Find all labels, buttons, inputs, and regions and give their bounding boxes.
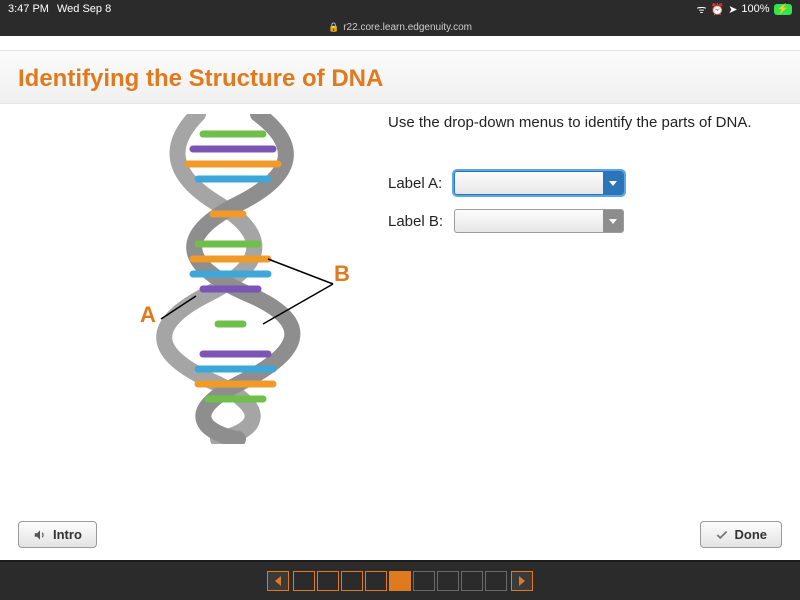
dna-figure: A B [18,114,368,509]
browser-url-bar[interactable]: 🔒 r22.core.learn.edgenuity.com [0,18,800,36]
dna-svg [18,114,368,444]
intro-button[interactable]: Intro [18,521,97,548]
chevron-down-icon [603,172,623,194]
label-b-text: Label B: [388,213,454,230]
location-icon: ➤ [728,3,737,16]
progress-cell-7[interactable] [437,571,459,591]
figure-label-A: A [140,302,156,328]
title-band: Identifying the Structure of DNA [0,50,800,104]
label-a-text: Label A: [388,175,454,192]
field-row-a: Label A: [388,171,782,195]
dropdown-label-a[interactable] [454,171,624,195]
ipad-status-bar: 3:47 PM Wed Sep 8 ᯤ ⏰ ➤ 100% ⚡ [0,0,800,18]
lesson-page: Identifying the Structure of DNA [0,36,800,560]
lesson-title: Identifying the Structure of DNA [18,65,782,93]
url-text: r22.core.learn.edgenuity.com [343,22,472,33]
progress-cell-8[interactable] [461,571,483,591]
chevron-down-icon [603,210,623,232]
wifi-icon: ᯤ [696,2,706,17]
progress-nav [0,562,800,600]
progress-cell-4[interactable] [365,571,387,591]
status-right: ᯤ ⏰ ➤ 100% ⚡ [696,2,792,17]
progress-cell-5[interactable] [389,571,411,591]
battery-icon: ⚡ [774,4,792,15]
next-button[interactable] [511,571,533,591]
status-time: 3:47 PM [8,3,49,15]
chevron-left-icon [275,576,281,586]
progress-cell-6[interactable] [413,571,435,591]
speaker-icon [33,528,47,542]
progress-cell-1[interactable] [293,571,315,591]
alarm-icon: ⏰ [710,3,724,16]
progress-cell-3[interactable] [341,571,363,591]
body-area: A B Use the drop-down menus to identify … [0,104,800,515]
progress-cell-9[interactable] [485,571,507,591]
lock-icon: 🔒 [328,22,339,33]
question-column: Use the drop-down menus to identify the … [388,114,782,509]
check-icon [715,528,729,542]
chevron-right-icon [519,576,525,586]
intro-button-label: Intro [53,527,82,542]
status-date: Wed Sep 8 [57,3,111,15]
done-button-label: Done [735,527,768,542]
progress-cell-2[interactable] [317,571,339,591]
dropdown-label-b[interactable] [454,209,624,233]
done-button[interactable]: Done [700,521,783,548]
battery-pct: 100% [741,3,769,15]
field-row-b: Label B: [388,209,782,233]
footer-row: Intro Done [0,515,800,560]
status-left: 3:47 PM Wed Sep 8 [8,3,111,15]
prev-button[interactable] [267,571,289,591]
figure-label-B: B [334,261,350,287]
instruction-text: Use the drop-down menus to identify the … [388,114,782,131]
